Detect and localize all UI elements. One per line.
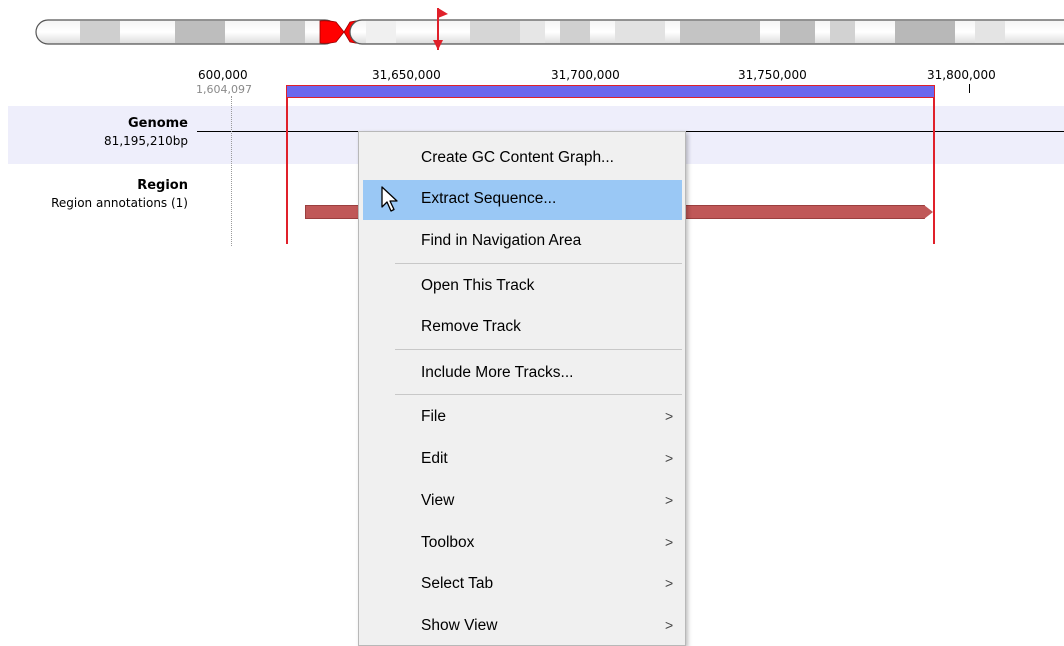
ruler-label: 600,000 bbox=[198, 68, 248, 82]
genome-track-title: Genome bbox=[127, 116, 188, 131]
chevron-right-icon: > bbox=[665, 534, 674, 550]
menu-item-label: Extract Sequence... bbox=[421, 190, 557, 207]
menu-item-label: Toolbox bbox=[421, 534, 475, 551]
menu-item-open-this-track[interactable]: Open This Track bbox=[363, 267, 682, 307]
menu-item-label: Create GC Content Graph... bbox=[421, 149, 614, 166]
menu-item-label: Open This Track bbox=[421, 277, 535, 294]
menu-separator bbox=[395, 263, 682, 264]
chevron-right-icon: > bbox=[665, 617, 674, 633]
ruler-label: 31,750,000 bbox=[738, 68, 807, 82]
ruler-label: 31,650,000 bbox=[372, 68, 441, 82]
menu-item-label: View bbox=[421, 492, 455, 509]
menu-separator bbox=[395, 349, 682, 350]
selection-left-edge[interactable] bbox=[286, 98, 288, 244]
menu-item-show-view[interactable]: Show View > bbox=[363, 607, 682, 646]
menu-item-extract-sequence[interactable]: Extract Sequence... bbox=[363, 180, 682, 220]
context-menu: Create GC Content Graph... Extract Seque… bbox=[358, 131, 686, 646]
menu-separator bbox=[395, 394, 682, 395]
region-annotation-arrow bbox=[924, 205, 933, 219]
menu-item-label: Find in Navigation Area bbox=[421, 232, 582, 249]
genome-track-length: 81,195,210bp bbox=[104, 134, 188, 148]
menu-item-create-gc-content-graph[interactable]: Create GC Content Graph... bbox=[363, 139, 682, 179]
menu-item-label: File bbox=[421, 408, 446, 425]
menu-item-label: Select Tab bbox=[421, 575, 494, 592]
chromosome-p-arm bbox=[35, 19, 338, 45]
chevron-right-icon: > bbox=[665, 575, 674, 591]
menu-item-toolbox[interactable]: Toolbox > bbox=[363, 524, 682, 564]
chromosome-q-arm bbox=[349, 19, 1064, 45]
arrow-cursor-icon bbox=[381, 186, 398, 212]
chevron-right-icon: > bbox=[665, 492, 674, 508]
ruler-label: 31,700,000 bbox=[551, 68, 620, 82]
menu-item-include-more-tracks[interactable]: Include More Tracks... bbox=[363, 354, 682, 394]
ruler-label: 31,800,000 bbox=[927, 68, 996, 82]
chevron-right-icon: > bbox=[665, 450, 674, 466]
menu-item-file[interactable]: File > bbox=[363, 398, 682, 438]
menu-item-find-in-navigation-area[interactable]: Find in Navigation Area bbox=[363, 222, 682, 262]
selection-range-bar[interactable] bbox=[286, 85, 935, 98]
chromosome-ideogram[interactable] bbox=[0, 0, 1064, 60]
menu-item-label: Remove Track bbox=[421, 318, 521, 335]
menu-item-label: Show View bbox=[421, 617, 498, 634]
menu-item-select-tab[interactable]: Select Tab > bbox=[363, 565, 682, 605]
cursor-position-line bbox=[231, 96, 232, 246]
selection-right-edge[interactable] bbox=[933, 98, 935, 244]
menu-item-label: Include More Tracks... bbox=[421, 364, 574, 381]
chevron-right-icon: > bbox=[665, 408, 674, 424]
region-track-title: Region bbox=[137, 178, 188, 193]
region-track-subtitle: Region annotations (1) bbox=[51, 196, 188, 210]
menu-item-remove-track[interactable]: Remove Track bbox=[363, 308, 682, 348]
menu-item-view[interactable]: View > bbox=[363, 482, 682, 522]
menu-item-label: Edit bbox=[421, 450, 448, 467]
ruler-tick bbox=[969, 84, 970, 93]
menu-item-edit[interactable]: Edit > bbox=[363, 440, 682, 480]
ruler-cursor-position: 1,604,097 bbox=[196, 83, 252, 96]
